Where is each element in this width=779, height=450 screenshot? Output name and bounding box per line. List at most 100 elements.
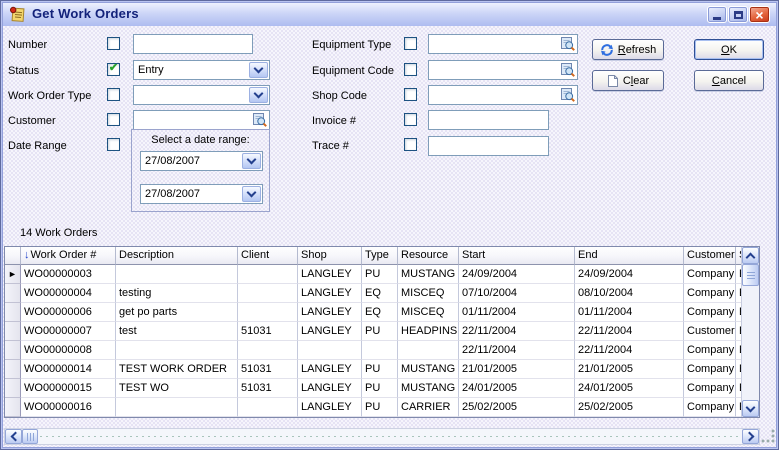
vertical-scroll-thumb[interactable]	[742, 264, 759, 286]
clear-button[interactable]: Clear	[592, 70, 664, 91]
status-checkbox[interactable]	[107, 63, 120, 76]
equipment-code-checkbox[interactable]	[404, 63, 417, 76]
column-header-work-order-[interactable]: ↓Work Order #	[21, 247, 116, 265]
get-work-orders-window: Get Work Orders × Number Status Work Ord…	[0, 0, 779, 450]
shop-code-lookup-field[interactable]	[428, 85, 578, 105]
title-bar[interactable]: Get Work Orders ×	[3, 3, 776, 27]
table-row[interactable]: WO00000006get po partsLANGLEYEQMISCEQ01/…	[5, 303, 759, 322]
ok-button[interactable]: OK	[694, 39, 764, 60]
date-to-combo[interactable]: 27/08/2007	[140, 184, 263, 204]
vertical-scroll-track[interactable]	[742, 286, 759, 400]
table-row[interactable]: WO0000000822/11/200422/11/2004CompanyE	[5, 341, 759, 360]
horizontal-scroll-thumb[interactable]	[22, 429, 38, 444]
ok-button-label: OK	[721, 44, 737, 56]
lookup-magnifier-icon[interactable]	[560, 62, 576, 78]
cell: LANGLEY	[298, 284, 362, 303]
date-from-dropdown-button[interactable]	[242, 153, 261, 169]
customer-checkbox[interactable]	[107, 113, 120, 126]
invoice-label: Invoice #	[312, 115, 356, 127]
cell: MUSTANG	[398, 360, 459, 379]
minimize-button[interactable]	[707, 6, 727, 23]
date-range-checkbox[interactable]	[107, 138, 120, 151]
horizontal-scrollbar[interactable]	[4, 428, 760, 445]
work-orders-grid[interactable]: ↓Work Order #DescriptionClientShopTypeRe…	[4, 246, 760, 418]
scroll-up-button[interactable]	[742, 247, 759, 264]
chevron-down-icon	[247, 155, 257, 165]
cell: 24/01/2005	[575, 379, 684, 398]
work-order-type-combo[interactable]	[133, 85, 270, 105]
table-row[interactable]: WO00000015TEST WO51031LANGLEYPUMUSTANG24…	[5, 379, 759, 398]
table-row[interactable]: WO00000004testingLANGLEYEQMISCEQ07/10/20…	[5, 284, 759, 303]
column-header-client[interactable]: Client	[238, 247, 298, 265]
cell: WO00000014	[21, 360, 116, 379]
maximize-button[interactable]	[728, 6, 748, 23]
scroll-right-button[interactable]	[742, 429, 759, 444]
chevron-left-icon	[10, 432, 20, 442]
cell: Company	[684, 379, 736, 398]
row-selector[interactable]	[5, 360, 21, 379]
lookup-magnifier-icon[interactable]	[252, 112, 268, 128]
row-selector[interactable]	[5, 379, 21, 398]
cell: PU	[362, 265, 398, 284]
equipment-type-lookup-field[interactable]	[428, 34, 578, 54]
table-row[interactable]: WO00000007test51031LANGLEYPUHEADPINS22/1…	[5, 322, 759, 341]
equipment-code-lookup-field[interactable]	[428, 60, 578, 80]
cell: MUSTANG	[398, 265, 459, 284]
date-range-label: Date Range	[8, 140, 67, 152]
date-to-dropdown-button[interactable]	[242, 186, 261, 202]
number-checkbox[interactable]	[107, 37, 120, 50]
row-selector[interactable]	[5, 284, 21, 303]
lookup-magnifier-icon[interactable]	[560, 87, 576, 103]
horizontal-scroll-track[interactable]	[38, 429, 742, 444]
trace-checkbox[interactable]	[404, 138, 417, 151]
lookup-magnifier-icon[interactable]	[560, 36, 576, 52]
cell: EQ	[362, 303, 398, 322]
date-range-group: Select a date range: 27/08/2007 27/08/20…	[131, 129, 270, 212]
table-row[interactable]: ►WO00000003LANGLEYPUMUSTANG24/09/200424/…	[5, 265, 759, 284]
invoice-checkbox[interactable]	[404, 113, 417, 126]
cell: WO00000016	[21, 398, 116, 417]
equipment-type-checkbox[interactable]	[404, 37, 417, 50]
row-selector[interactable]	[5, 398, 21, 417]
resize-grip[interactable]	[761, 429, 777, 445]
column-header-resource[interactable]: Resource	[398, 247, 459, 265]
column-header-shop[interactable]: Shop	[298, 247, 362, 265]
table-row[interactable]: WO00000014TEST WORK ORDER51031LANGLEYPUM…	[5, 360, 759, 379]
number-input[interactable]	[133, 34, 253, 54]
row-selector[interactable]: ►	[5, 265, 21, 284]
scroll-down-button[interactable]	[742, 400, 759, 417]
cell	[238, 265, 298, 284]
column-header-type[interactable]: Type	[362, 247, 398, 265]
cell: 22/11/2004	[575, 322, 684, 341]
table-row[interactable]: WO00000016LANGLEYPUCARRIER25/02/200525/0…	[5, 398, 759, 417]
work-order-type-checkbox[interactable]	[107, 88, 120, 101]
refresh-button-label: Refresh	[618, 44, 657, 56]
row-selector[interactable]	[5, 322, 21, 341]
cancel-button[interactable]: Cancel	[694, 70, 764, 91]
status-combo-dropdown-button[interactable]	[249, 62, 268, 78]
column-header-end[interactable]: End	[575, 247, 684, 265]
invoice-input[interactable]	[428, 110, 549, 130]
column-header-start[interactable]: Start	[459, 247, 575, 265]
cell: WO00000007	[21, 322, 116, 341]
scroll-left-button[interactable]	[5, 429, 22, 444]
trace-input[interactable]	[428, 136, 549, 156]
cell: testing	[116, 284, 238, 303]
work-order-type-dropdown-button[interactable]	[249, 87, 268, 103]
column-header-description[interactable]: Description	[116, 247, 238, 265]
cell: LANGLEY	[298, 303, 362, 322]
status-combo[interactable]: Entry	[133, 60, 270, 80]
cell: 22/11/2004	[459, 322, 575, 341]
shop-code-checkbox[interactable]	[404, 88, 417, 101]
refresh-button[interactable]: Refresh	[592, 39, 664, 60]
column-header-customer[interactable]: Customer	[684, 247, 736, 265]
row-selector[interactable]	[5, 303, 21, 322]
date-from-combo[interactable]: 27/08/2007	[140, 151, 263, 171]
vertical-scrollbar[interactable]	[741, 247, 759, 417]
row-selector[interactable]	[5, 341, 21, 360]
customer-lookup-field[interactable]	[133, 110, 270, 130]
cell	[116, 398, 238, 417]
close-button[interactable]: ×	[749, 6, 770, 23]
cell	[362, 341, 398, 360]
grid-header: ↓Work Order #DescriptionClientShopTypeRe…	[5, 247, 759, 265]
